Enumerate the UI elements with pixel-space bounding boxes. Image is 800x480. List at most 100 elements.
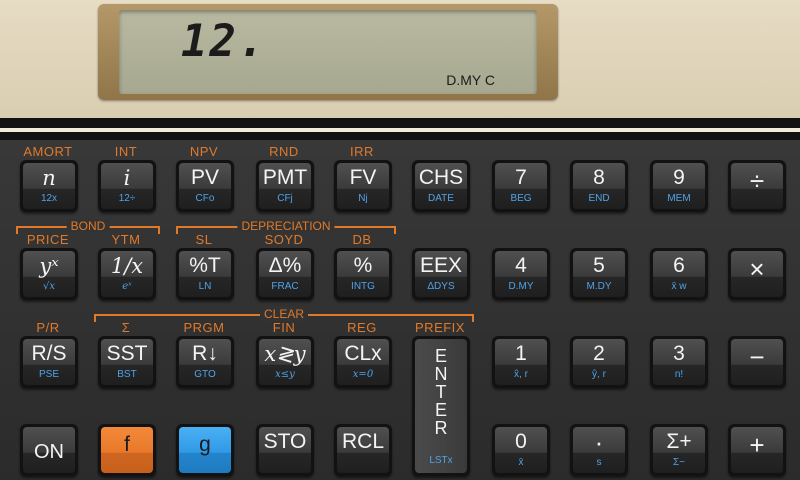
key-multiply[interactable]: × [728,248,786,300]
key-2[interactable]: 2 ŷ, r [570,336,628,388]
display-value: 12. [181,16,267,67]
key-fv-g-label: Nj [358,193,368,204]
key-reciprocal-label: 1/x [110,254,144,278]
key-rcl[interactable]: RCL [334,424,392,476]
group-clear-label: CLEAR [259,307,309,321]
f-label-prefix: PREFIX [415,320,465,335]
key-delta-percent[interactable]: Δ% FRAC [256,248,314,300]
key-9-g-label: MEM [667,193,691,204]
key-pv-label: PV [190,166,219,189]
key-pv[interactable]: PV CFo [176,160,234,212]
key-4[interactable]: 4 D.MY [492,248,550,300]
key-y-power-x-g-label: √x [42,281,55,292]
key-enter-g-label: LSTx [429,455,453,466]
key-roll-down-g-label: GTO [194,369,216,380]
f-label-rnd: RND [269,144,299,159]
key-clx-g-label: x=0 [352,369,374,380]
key-percent-total-label: %T [189,254,221,277]
f-label-db: DB [352,232,372,247]
key-3-label: 3 [673,342,685,365]
key-run-stop[interactable]: R/S PSE [20,336,78,388]
key-sst[interactable]: SST BST [98,336,156,388]
key-i-g-label: 12÷ [118,193,136,204]
key-sto-label: STO [263,430,307,453]
key-decimal-point[interactable]: · s [570,424,628,476]
key-clx[interactable]: CLx x=0 [334,336,392,388]
key-chs-label: CHS [418,166,464,189]
group-depreciation-label: DEPRECIATION [237,219,335,233]
key-clx-label: CLx [344,342,382,365]
f-label-pr: P/R [36,320,60,335]
key-1-g-label: x̂, r [514,369,528,380]
enter-letter-e: E [434,346,447,366]
key-subtract[interactable]: − [728,336,786,388]
key-roll-down[interactable]: R↓ GTO [176,336,234,388]
key-7-g-label: BEG [510,193,532,204]
keypad: AMORT INT NPV RND IRR n 12x i 12÷ PV CFo… [0,140,800,480]
display-housing: 12. D.MY C [0,0,800,118]
key-x-swap-y-label: x≷y [264,342,306,366]
key-5-label: 5 [593,254,605,277]
key-reciprocal-g-label: eˣ [122,281,132,292]
lcd-bezel: 12. D.MY C [98,4,558,100]
f-label-npv: NPV [189,144,219,159]
f-label-reg: REG [347,320,377,335]
key-f-shift[interactable]: f [98,424,156,476]
key-fv[interactable]: FV Nj [334,160,392,212]
key-multiply-label: × [749,254,765,284]
key-divide[interactable]: ÷ [728,160,786,212]
key-roll-down-label: R↓ [192,342,218,365]
key-add-label: + [749,430,765,460]
key-5-g-label: M.DY [586,281,612,292]
key-sigma-plus[interactable]: Σ+ Σ− [650,424,708,476]
key-pv-g-label: CFo [195,193,215,204]
key-3[interactable]: 3 n! [650,336,708,388]
divider-line [0,128,800,132]
key-4-label: 4 [515,254,527,277]
key-subtract-label: − [749,342,765,372]
key-pmt[interactable]: PMT CFj [256,160,314,212]
key-delta-percent-g-label: FRAC [271,281,299,292]
key-i-label: i [123,166,131,190]
key-on[interactable]: ON [20,424,78,476]
key-7[interactable]: 7 BEG [492,160,550,212]
key-0[interactable]: 0 x̄ [492,424,550,476]
key-run-stop-label: R/S [31,342,67,365]
key-reciprocal[interactable]: 1/x eˣ [98,248,156,300]
key-y-power-x[interactable]: yˣ √x [20,248,78,300]
key-n[interactable]: n 12x [20,160,78,212]
key-7-label: 7 [515,166,527,189]
key-sst-label: SST [106,342,148,365]
key-5[interactable]: 5 M.DY [570,248,628,300]
enter-letter-t: T [435,382,447,402]
key-0-label: 0 [515,430,527,453]
f-label-amort: AMORT [23,144,73,159]
key-enter[interactable]: E N T E R LSTx [412,336,470,476]
key-2-g-label: ŷ, r [592,369,606,380]
key-6[interactable]: 6 x̄ w [650,248,708,300]
key-percent-total[interactable]: %T LN [176,248,234,300]
key-sto[interactable]: STO [256,424,314,476]
key-x-swap-y[interactable]: x≷y x≤y [256,336,314,388]
key-f-shift-label: f [124,433,130,456]
key-sst-g-label: BST [117,369,137,380]
key-i[interactable]: i 12÷ [98,160,156,212]
group-bond-label: BOND [66,219,110,233]
key-eex[interactable]: EEX ΔDYS [412,248,470,300]
key-percent-label: % [353,254,373,277]
key-chs-g-label: DATE [428,193,454,204]
key-pmt-label: PMT [262,166,308,189]
key-add[interactable]: + [728,424,786,476]
enter-letter-n: N [434,364,448,384]
key-decimal-point-g-label: s [596,457,602,468]
key-9[interactable]: 9 MEM [650,160,708,212]
key-1[interactable]: 1 x̂, r [492,336,550,388]
key-y-power-x-label: yˣ [39,254,59,278]
key-4-g-label: D.MY [508,281,534,292]
key-chs[interactable]: CHS DATE [412,160,470,212]
key-percent[interactable]: % INTG [334,248,392,300]
key-delta-percent-label: Δ% [268,254,302,277]
key-percent-g-label: INTG [351,281,375,292]
key-8[interactable]: 8 END [570,160,628,212]
key-g-shift[interactable]: g [176,424,234,476]
